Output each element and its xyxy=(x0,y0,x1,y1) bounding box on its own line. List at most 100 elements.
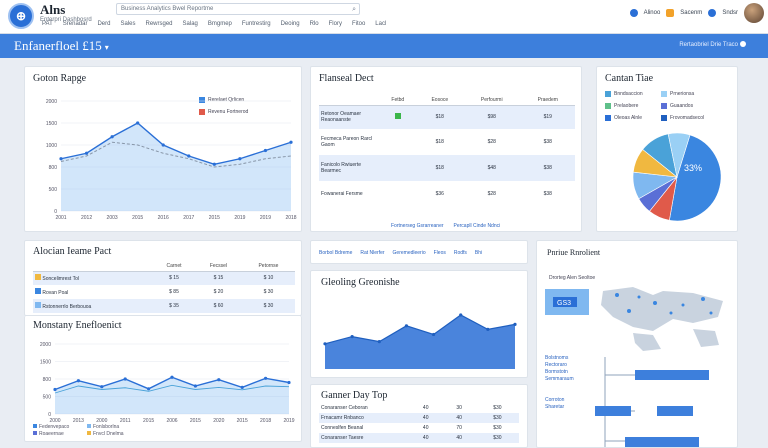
search-icon[interactable]: ⌕ xyxy=(352,5,356,15)
nav-item[interactable]: PAT xyxy=(42,21,53,27)
partner-map-title: Pnriue Rnrolient xyxy=(547,248,601,257)
header-info-icon[interactable] xyxy=(740,41,746,47)
banner-top-card: Ganner Day Top Conaranser Ceboran 40 30 … xyxy=(310,384,528,448)
data-point xyxy=(100,385,104,389)
chevron-down-icon[interactable]: ▾ xyxy=(105,43,109,52)
notification-icon[interactable] xyxy=(629,9,638,17)
table-header-cell xyxy=(319,95,379,106)
flow-bar[interactable] xyxy=(657,406,693,416)
row-label: Rstonnerrlo Berbouoa xyxy=(42,304,92,310)
app-logo[interactable]: ⊕ xyxy=(8,3,34,29)
table-row[interactable]: Conaranser Ceboran 40 30 $30 xyxy=(319,403,519,413)
table-cell: $38 xyxy=(543,139,552,145)
page-title[interactable]: Enfanerfloel £15 ▾ xyxy=(14,38,109,54)
allocation-table: Carnet Fecssel Petornse Soncelimrest Tol… xyxy=(33,261,295,313)
data-point xyxy=(84,151,89,155)
app-name: Alns xyxy=(40,2,66,17)
table-cell: $ 30 xyxy=(263,289,274,295)
table-cell-label: Conneslfen Beanal xyxy=(321,425,364,431)
top-right-menu: Alinoo Sacenm Sndsr xyxy=(629,3,764,23)
x-tick-label: 2015 xyxy=(190,418,201,424)
tab-item[interactable]: Rodfs xyxy=(454,250,467,256)
nav-item[interactable]: Fitoo xyxy=(352,21,365,27)
nav-item[interactable]: Rewrsged xyxy=(146,21,173,27)
y-tick-label: 2000 xyxy=(40,342,51,348)
nav-item[interactable]: Sales xyxy=(120,21,135,27)
table-cell-label: Rovan Poal xyxy=(33,285,153,299)
partner-label[interactable]: Bolstnoms xyxy=(545,355,574,362)
table-row[interactable]: Rstonnerrlo Berbouoa $ 35 $ 60 $ 30 xyxy=(33,299,295,313)
table-row[interactable]: Rovan Poal $ 85 $ 20 $ 30 xyxy=(33,285,295,299)
table-cell-label: Soncelimrest Tol xyxy=(33,271,153,285)
partner-label[interactable]: Rectoraro xyxy=(545,362,574,369)
avatar[interactable] xyxy=(744,3,764,23)
table-row[interactable]: Conaranser Taesre 40 40 $30 xyxy=(319,433,519,443)
table-cell: $ 10 xyxy=(241,271,295,285)
partner-label[interactable]: Bormstotn xyxy=(545,369,574,376)
x-tick-label: 2015 xyxy=(132,215,143,221)
nav-item[interactable]: Srenadar xyxy=(63,21,88,27)
search-input[interactable]: Business Analytics Bwel Reportme ⌕ xyxy=(116,3,360,15)
table-cell-label: Fanicolo Rwiuerte Bearmec xyxy=(319,155,379,181)
monetary-card: Monstany Enefloenict 2000 1500 800 500 0 2000… xyxy=(24,316,302,442)
table-row[interactable]: Frnacamr Rnbanco 40 40 $30 xyxy=(319,413,519,423)
partner-label[interactable]: Sharetar xyxy=(545,404,564,411)
x-tick-label: 2015 xyxy=(209,215,220,221)
nav-item[interactable]: Funtrestirg xyxy=(242,21,271,27)
data-point xyxy=(486,327,490,331)
table-row[interactable]: Soncelimrest Tol $ 15 $ 15 $ 10 xyxy=(33,271,295,285)
tab-item[interactable]: Geremedleerio xyxy=(393,250,426,256)
partner-label[interactable]: Semmaraum xyxy=(545,376,574,383)
table-cell: $38 xyxy=(543,191,552,197)
data-point xyxy=(212,162,216,166)
table-cell: 70 xyxy=(456,425,462,431)
top-right-item-3[interactable]: Sndsr xyxy=(722,10,738,16)
top-right-item-1[interactable]: Alinoo xyxy=(644,10,661,16)
banner-top-title: Ganner Day Top xyxy=(321,390,388,401)
nav-item[interactable]: Rlo xyxy=(310,21,319,27)
nav-item[interactable]: Flory xyxy=(329,21,342,27)
table-header-cell: Carnet xyxy=(153,261,196,272)
data-point xyxy=(53,387,57,392)
partner-flow-diagram xyxy=(595,357,709,447)
search-placeholder: Business Analytics Bwel Reportme xyxy=(121,6,214,12)
table-cell-label: Rstonnerrlo Berbouoa xyxy=(33,299,153,313)
nav-item[interactable]: Derd xyxy=(97,21,110,27)
table-row[interactable]: Fanicolo Rwiuerte Bearmec $18 $48 $38 xyxy=(319,155,575,181)
world-map[interactable]: GS3 xyxy=(543,283,733,353)
tab-item[interactable]: Fleos xyxy=(434,250,446,256)
partner-label[interactable]: Corroton xyxy=(545,397,564,404)
message-icon[interactable] xyxy=(666,9,675,17)
tab-item[interactable]: Bhi xyxy=(475,250,482,256)
tab-item[interactable]: Rat Nlerfer xyxy=(360,250,384,256)
footer-tab[interactable]: Fortnerseg Gsrarreaner xyxy=(391,223,444,229)
nav-item[interactable]: Bmgmep xyxy=(208,21,232,27)
table-row[interactable]: Fecmeca Pareon Rarcl Gaom $18 $28 $38 xyxy=(319,129,575,155)
table-cell: $36 xyxy=(435,191,444,197)
table-header-row: Carnet Fecssel Petornse xyxy=(33,261,295,272)
financial-dect-title: Flanseal Dect xyxy=(319,73,374,84)
nav-item[interactable]: Salag xyxy=(183,21,198,27)
top-right-item-2[interactable]: Sacenm xyxy=(680,10,702,16)
table-cell: $ 15 xyxy=(153,271,196,285)
table-row[interactable]: Fowanerai Fersme $36 $28 $38 xyxy=(319,181,575,207)
table-cell: 40 xyxy=(442,413,476,423)
flow-bar[interactable] xyxy=(625,437,699,447)
legend-label: Fnvcl Dnelma xyxy=(93,431,124,437)
footer-tab[interactable]: Percapll Cinde Ndnci xyxy=(454,223,501,229)
top-navigation: PAT Srenadar Derd Sales Rewrsged Salag B… xyxy=(42,21,396,27)
header-right-text[interactable]: Rertaobriel Drie Traco xyxy=(679,42,738,48)
user-icon[interactable] xyxy=(708,9,717,17)
table-row[interactable]: Conneslfen Beanal 40 70 $30 xyxy=(319,423,519,433)
table-row[interactable]: Retonor Oeamaer Reaonaanste $18 $98 $19 xyxy=(319,105,575,129)
flow-bar[interactable] xyxy=(635,370,709,380)
growing-chart xyxy=(323,313,517,369)
nav-item[interactable]: Deoing xyxy=(281,21,300,27)
table-header-cell: Perfourmi xyxy=(462,95,521,106)
table-cell: $28 xyxy=(487,191,496,197)
flow-bar[interactable] xyxy=(595,406,631,416)
tab-item[interactable]: Borbol Bdreme xyxy=(319,250,352,256)
nav-item[interactable]: Lacl xyxy=(375,21,386,27)
table-cell: $ 20 xyxy=(213,289,224,295)
x-tick-label: 2018 xyxy=(285,215,296,221)
